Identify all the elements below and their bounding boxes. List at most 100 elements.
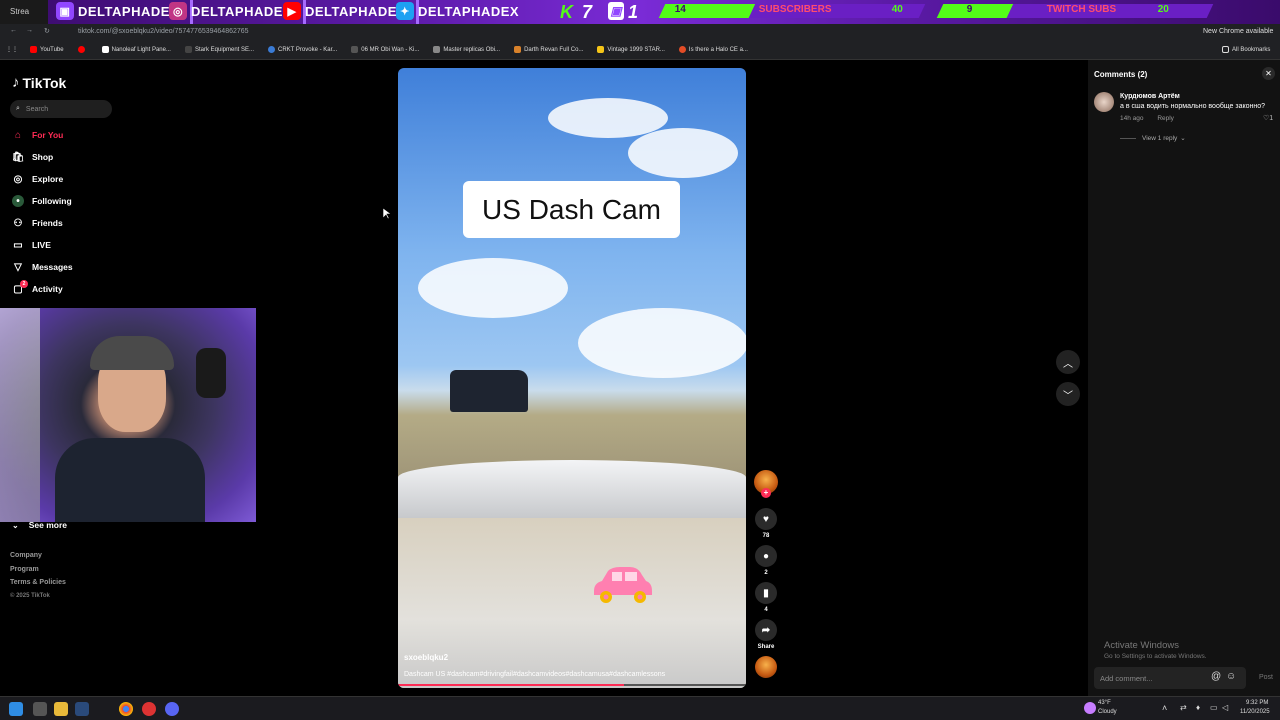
- share-icon: ➦: [755, 619, 777, 641]
- bookmark-icon: [268, 46, 275, 53]
- see-more-button[interactable]: ⌄ See more: [12, 520, 67, 530]
- steam-icon[interactable]: [75, 702, 89, 716]
- bookmark-icon: [514, 46, 522, 53]
- view-replies-button[interactable]: View 1 reply ⌄: [1120, 134, 1186, 143]
- tiktok-note-icon: ♪: [12, 74, 20, 91]
- video-player[interactable]: US Dash Cam sxoeblqku2 Dashcam US #dashc…: [398, 68, 746, 688]
- display-icon[interactable]: ▭: [1210, 703, 1218, 712]
- discord-icon[interactable]: [165, 702, 179, 716]
- bookmark-item[interactable]: Darth Revan Full Co...: [514, 46, 583, 53]
- bookmark-item[interactable]: Nanoleaf Light Pane...: [101, 46, 171, 53]
- sidebar-item-messages[interactable]: ▽ Messages: [12, 256, 73, 278]
- windows-start-icon[interactable]: [9, 702, 23, 716]
- video-author[interactable]: sxoeblqku2: [404, 653, 448, 662]
- sidebar-item-for-you[interactable]: ⌂ For You: [12, 124, 73, 146]
- bookmark-item[interactable]: Vintage 1999 STAR...: [597, 46, 665, 53]
- chevron-up-icon: ︿: [1063, 358, 1073, 370]
- tiktok-logo[interactable]: ♪ TikTok: [12, 74, 66, 91]
- video-actions: + ♥ 78 ● 2 ▮ 4 ➦ Share: [752, 470, 780, 684]
- emoji-icon[interactable]: ☺: [1226, 671, 1236, 682]
- bookmark-item[interactable]: YouTube: [30, 46, 64, 53]
- next-video-button[interactable]: ﹀: [1056, 382, 1080, 406]
- truck: [450, 370, 528, 412]
- following-icon: •: [12, 195, 24, 207]
- twitch-handle: ▣ DELTAPHADE: [56, 2, 170, 20]
- all-bookmarks-button[interactable]: All Bookmarks: [1222, 46, 1270, 53]
- social-handle: DELTAPHADE: [78, 3, 170, 19]
- post-button[interactable]: Post: [1259, 674, 1273, 681]
- apps-icon[interactable]: ⋮⋮: [6, 46, 18, 53]
- microphone: [196, 348, 226, 398]
- bookmark-item[interactable]: Is there a Halo CE a...: [678, 46, 748, 53]
- comment-like-button[interactable]: ♡1: [1263, 114, 1273, 122]
- save-button[interactable]: ▮ 4: [752, 582, 780, 613]
- comments-panel: Comments (2) ✕ Курдюмов Артём а в сша во…: [1088, 60, 1280, 696]
- like-count: 78: [762, 533, 770, 539]
- sidebar-item-following[interactable]: • Following: [12, 190, 73, 212]
- bookmark-item[interactable]: 06 MR Obi Wan - Ki...: [351, 46, 419, 53]
- clock-date[interactable]: 11/20/2025: [1240, 709, 1270, 715]
- bookmark-icon: [433, 46, 441, 53]
- subscriber-goal: SUBSCRIBERS 40: [748, 4, 926, 18]
- bookmark-item[interactable]: Stark Equipment SE...: [184, 46, 254, 53]
- comment-count: 2: [764, 570, 768, 576]
- url-text[interactable]: tiktok.com/@sxoeblqku2/video/75747765394…: [78, 28, 249, 35]
- sidebar-item-activity[interactable]: ▢ 2 Activity: [12, 278, 73, 300]
- task-view-icon[interactable]: [33, 702, 47, 716]
- file-explorer-icon[interactable]: [54, 702, 68, 716]
- clock-time[interactable]: 9:32 PM: [1246, 700, 1268, 706]
- creator-avatar[interactable]: +: [752, 470, 780, 498]
- save-count: 4: [764, 607, 768, 613]
- close-comments-button[interactable]: ✕: [1262, 67, 1275, 80]
- footer-link-company[interactable]: Company: [10, 552, 66, 566]
- share-button[interactable]: ➦ Share: [752, 619, 780, 650]
- volume-icon[interactable]: ◁: [1222, 703, 1228, 712]
- browser-tab[interactable]: Strea: [0, 0, 48, 24]
- address-bar[interactable]: ← → ↻ tiktok.com/@sxoeblqku2/video/75747…: [0, 24, 1280, 40]
- like-button[interactable]: ♥ 78: [752, 508, 780, 539]
- weather-icon[interactable]: [1084, 702, 1096, 714]
- footer-link-terms[interactable]: Terms & Policies: [10, 579, 66, 593]
- instagram-icon: ◎: [169, 2, 187, 20]
- add-comment-input[interactable]: Add comment... @ ☺: [1094, 667, 1246, 689]
- twitter-handle: ✦ DELTAPHADEX: [396, 2, 519, 20]
- chevron-up-icon[interactable]: ˄: [1162, 703, 1167, 713]
- comment-button[interactable]: ● 2: [752, 545, 780, 576]
- streamer-webcam: [0, 308, 256, 522]
- reload-icon[interactable]: ↻: [44, 27, 50, 35]
- commenter-avatar[interactable]: [1094, 92, 1114, 112]
- comment-meta: 14h ago Reply: [1120, 115, 1174, 122]
- obs-icon[interactable]: [142, 702, 156, 716]
- previous-video-button[interactable]: ︿: [1056, 350, 1080, 374]
- sidebar-item-friends[interactable]: ⚇ Friends: [12, 212, 73, 234]
- reply-button[interactable]: Reply: [1157, 115, 1174, 122]
- follow-plus-icon[interactable]: +: [761, 488, 771, 498]
- mention-icon[interactable]: @: [1211, 671, 1221, 682]
- footer-link-program[interactable]: Program: [10, 566, 66, 580]
- forward-icon[interactable]: →: [26, 27, 33, 34]
- update-notice[interactable]: New Chrome available: [1203, 28, 1273, 35]
- activity-badge: 2: [20, 280, 28, 288]
- chrome-icon[interactable]: [119, 702, 133, 716]
- video-description: Dashcam US #dashcam#drivingfail#dashcamv…: [404, 671, 666, 678]
- comment-time: 14h ago: [1120, 115, 1144, 122]
- bookmarks-bar: ⋮⋮ YouTube Nanoleaf Light Pane... Stark …: [0, 40, 1280, 60]
- youtube-icon: ▶: [283, 2, 301, 20]
- sidebar-item-live[interactable]: ▭ LIVE: [12, 234, 73, 256]
- back-icon[interactable]: ←: [10, 27, 17, 34]
- music-disc-icon: [755, 656, 777, 678]
- search-placeholder: Search: [25, 105, 49, 113]
- video-progress-bar[interactable]: [398, 684, 746, 686]
- network-icon[interactable]: ⇄: [1180, 703, 1187, 712]
- comment-like-count: 1: [1269, 115, 1274, 122]
- bookmark-item[interactable]: [77, 46, 88, 53]
- bookmark-item[interactable]: Master replicas Obi...: [433, 46, 500, 53]
- search-input[interactable]: ⌕ Search: [10, 100, 112, 118]
- social-handle: DELTAPHADE: [191, 3, 283, 19]
- bookmark-item[interactable]: CRKT Provoke - Kar...: [268, 46, 337, 53]
- mic-icon[interactable]: ♦: [1196, 703, 1200, 712]
- music-disc[interactable]: [752, 656, 780, 678]
- comment-username[interactable]: Курдюмов Артём: [1120, 93, 1180, 100]
- sidebar-item-explore[interactable]: ◎ Explore: [12, 168, 73, 190]
- sidebar-item-shop[interactable]: 🛍 Shop: [12, 146, 73, 168]
